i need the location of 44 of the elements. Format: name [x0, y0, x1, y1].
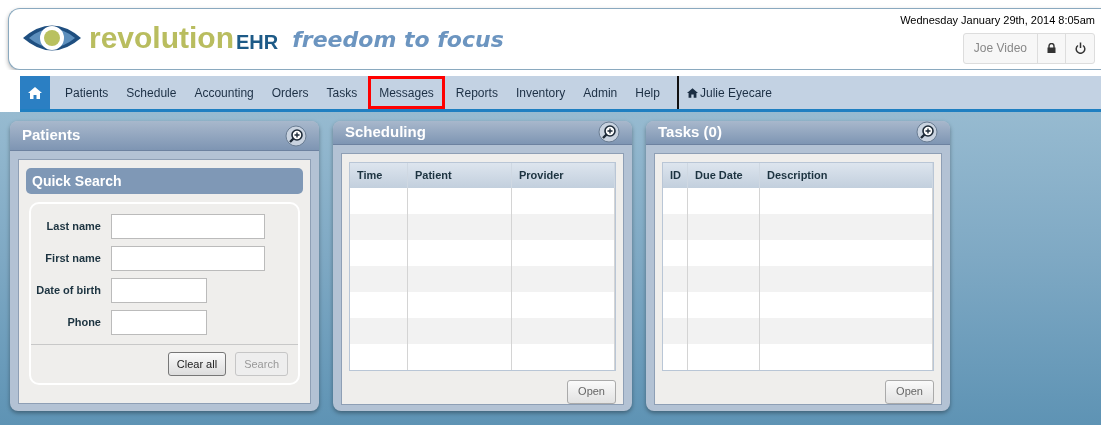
- nav-item[interactable]: Schedule: [119, 76, 184, 109]
- nav-item[interactable]: Inventory: [508, 76, 573, 109]
- panel-title: Tasks (0): [658, 122, 722, 142]
- column-header: Due Date: [688, 162, 760, 188]
- zoom-in-icon[interactable]: [916, 121, 938, 144]
- nav-item[interactable]: Admin: [576, 76, 625, 109]
- field-label: First name: [44, 251, 102, 267]
- column-header: ID: [663, 162, 688, 188]
- input-field[interactable]: [111, 278, 207, 303]
- nav-item[interactable]: Patients: [58, 76, 116, 109]
- open-button[interactable]: Open: [885, 379, 934, 404]
- home-icon: [686, 87, 698, 98]
- brand-name: revolution: [89, 22, 234, 53]
- lock-icon: [1047, 43, 1056, 53]
- open-button[interactable]: Open: [567, 379, 616, 404]
- column-header: Patient: [408, 162, 512, 188]
- column-header: Description: [760, 162, 933, 188]
- section-header: Quick Search: [26, 168, 303, 194]
- input-field[interactable]: [111, 214, 265, 239]
- location-link[interactable]: Julie Eyecare: [686, 76, 772, 109]
- panel-title: Patients: [22, 125, 81, 146]
- home-icon: [28, 86, 42, 99]
- form-button[interactable]: Clear all: [167, 352, 227, 376]
- column-header: Provider: [512, 162, 615, 188]
- zoom-in-icon[interactable]: [285, 124, 307, 147]
- input-field[interactable]: [111, 246, 265, 271]
- panel-title: Scheduling: [345, 122, 426, 142]
- power-icon: [1074, 42, 1086, 54]
- field-label: Phone: [66, 315, 102, 331]
- nav-item[interactable]: Reports: [448, 76, 505, 109]
- column-header: Time: [350, 162, 408, 188]
- home-button[interactable]: [20, 76, 50, 109]
- nav-item[interactable]: Orders: [264, 76, 316, 109]
- zoom-in-icon[interactable]: [598, 121, 620, 144]
- brand-suffix: EHR: [236, 31, 279, 52]
- nav-item[interactable]: Help: [628, 76, 667, 109]
- field-label: Last name: [45, 219, 102, 235]
- date-time: Wednesday January 29th, 2014 8:05am: [900, 13, 1095, 28]
- tagline: freedom to focus: [292, 26, 504, 54]
- nav-item[interactable]: Accounting: [187, 76, 261, 109]
- nav-item[interactable]: Tasks: [319, 76, 365, 109]
- field-label: Date of birth: [35, 283, 102, 299]
- nav-item[interactable]: Messages: [368, 76, 445, 109]
- input-field[interactable]: [111, 310, 207, 335]
